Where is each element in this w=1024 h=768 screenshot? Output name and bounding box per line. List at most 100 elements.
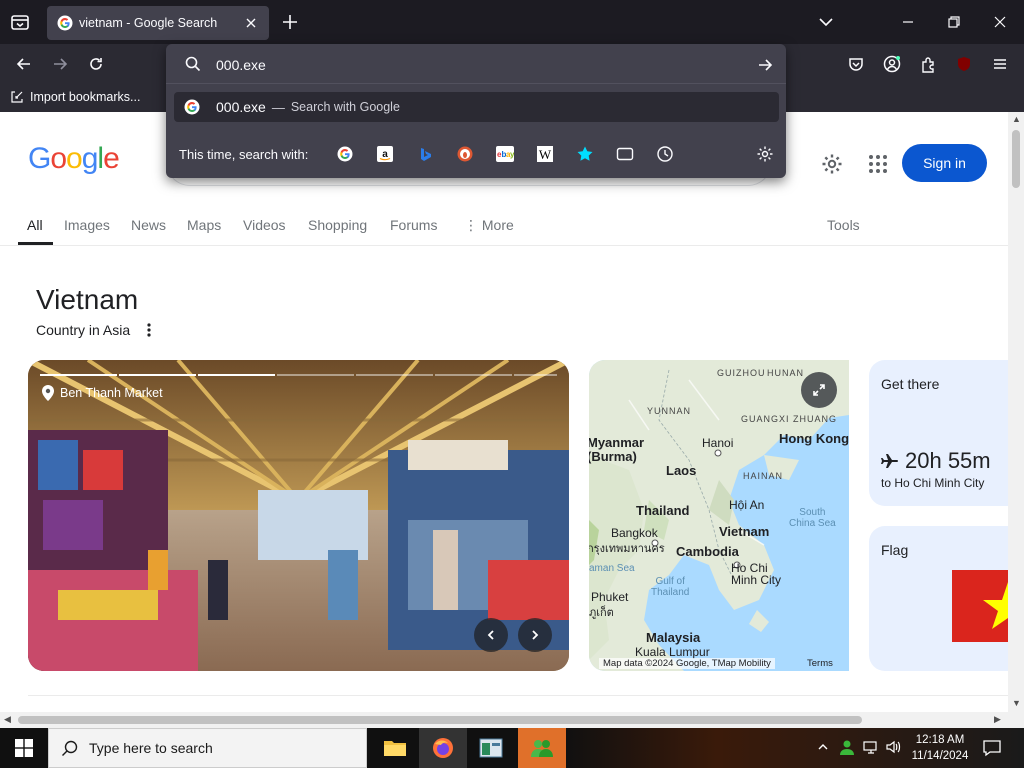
clock-time: 12:18 AM — [915, 734, 965, 746]
tab-bar: vietnam - Google Search — [0, 0, 1024, 44]
map-label-phuket: Phuket — [591, 590, 629, 604]
notifications-icon[interactable] — [982, 738, 1002, 758]
url-input[interactable] — [216, 54, 736, 76]
forward-icon[interactable] — [50, 54, 70, 74]
tab-maps[interactable]: Maps — [187, 217, 221, 233]
google-engine-icon[interactable] — [335, 144, 355, 164]
volume-icon[interactable] — [884, 738, 902, 756]
wikipedia-icon[interactable]: W — [535, 144, 555, 164]
vertical-scrollbar[interactable]: ▲ ▼ — [1008, 112, 1024, 712]
file-explorer-button[interactable] — [371, 728, 419, 768]
map-label-bangkok-thai: กรุงเทพมหานคร — [589, 543, 665, 555]
previous-photo-button[interactable] — [474, 618, 508, 652]
people-icon — [531, 740, 553, 757]
tab-list-icon[interactable] — [8, 10, 32, 34]
svg-text:a: a — [382, 149, 388, 160]
map-terms-link[interactable]: Terms — [807, 658, 833, 669]
tab-forums[interactable]: Forums — [390, 217, 437, 233]
travel-destination: to Ho Chi Minh City — [881, 476, 985, 490]
network-icon[interactable] — [862, 738, 880, 756]
firefox-button[interactable] — [419, 728, 467, 768]
account-icon[interactable] — [882, 54, 902, 74]
knowledge-panel-title: Vietnam — [36, 284, 139, 315]
show-hidden-icons-chevron-icon[interactable] — [814, 738, 832, 756]
svg-text:y: y — [510, 150, 514, 159]
pocket-icon[interactable] — [846, 54, 866, 74]
horizontal-scroll-thumb[interactable] — [18, 716, 862, 724]
system-clock[interactable]: 12:18 AM 11/14/2024 — [908, 732, 972, 764]
more-options-icon[interactable] — [142, 321, 156, 339]
google-apps-icon[interactable] — [866, 152, 890, 176]
clock-date: 11/14/2024 — [911, 750, 969, 762]
tab-all[interactable]: All — [27, 217, 43, 233]
get-there-card[interactable]: Get there 20h 55m to Ho Chi Minh City — [869, 360, 1008, 506]
tab-news[interactable]: News — [131, 217, 166, 233]
search-suggestion[interactable]: 000.exe — Search with Google — [174, 92, 779, 122]
folder-icon — [384, 741, 406, 756]
back-icon[interactable] — [14, 54, 34, 74]
knowledge-panel-subtitle: Country in Asia — [36, 322, 131, 338]
history-icon[interactable] — [655, 144, 675, 164]
messenger-app-button[interactable] — [518, 728, 566, 768]
chevron-right-icon — [532, 630, 539, 640]
go-arrow-icon[interactable] — [756, 56, 774, 74]
restore-icon[interactable] — [944, 12, 964, 32]
import-bookmarks-button[interactable]: Import bookmarks... — [10, 90, 140, 104]
extensions-icon[interactable] — [918, 54, 938, 74]
scroll-up-arrow-icon[interactable]: ▲ — [1012, 114, 1021, 124]
google-favicon-icon — [57, 15, 73, 31]
vietnam-map[interactable]: GUIZHOU HUNAN YUNNAN GUANGXI ZHUANG Myan… — [589, 360, 849, 671]
list-all-tabs-icon[interactable] — [816, 12, 836, 32]
window-app-icon — [479, 738, 503, 758]
map-label-hainan: HAINAN — [743, 471, 784, 481]
tab-images[interactable]: Images — [64, 217, 110, 233]
tab-more[interactable]: ⋮ More — [464, 217, 514, 234]
photo-progress-segment — [40, 374, 117, 376]
map-label-hoian: Hội An — [729, 498, 765, 512]
map-label-laos: Laos — [666, 463, 697, 478]
photo-progress-segment — [119, 374, 196, 376]
google-results-page: Google Sign in All Images News Maps Vide… — [0, 112, 1008, 712]
new-tab-icon[interactable] — [280, 12, 300, 32]
duckduckgo-icon[interactable] — [455, 144, 475, 164]
flag-title: Flag — [881, 542, 909, 558]
app-button[interactable] — [467, 728, 515, 768]
browser-tab[interactable]: vietnam - Google Search — [47, 6, 269, 40]
vertical-scroll-thumb[interactable] — [1012, 130, 1020, 188]
ublock-icon[interactable] — [954, 54, 974, 74]
ebay-icon[interactable]: ebay — [495, 144, 515, 164]
map-label-gulf-of-thailand: Gulf of Thailand — [651, 576, 690, 598]
bookmarks-icon[interactable] — [575, 144, 595, 164]
firefox-icon — [433, 738, 453, 758]
reload-icon[interactable] — [86, 54, 106, 74]
flag-card[interactable]: Flag — [869, 526, 1008, 671]
settings-gear-icon[interactable] — [820, 152, 844, 176]
map-label-guizhou: GUIZHOU — [717, 368, 766, 378]
tabs-icon[interactable] — [615, 144, 635, 164]
search-settings-icon[interactable] — [755, 144, 775, 164]
start-button[interactable] — [0, 728, 48, 768]
map-expand-button[interactable] — [801, 372, 837, 408]
taskbar-search-box[interactable]: Type here to search — [48, 728, 367, 768]
close-window-icon[interactable] — [990, 12, 1010, 32]
market-photo[interactable]: Ben Thanh Market — [28, 360, 569, 671]
tab-videos[interactable]: Videos — [243, 217, 286, 233]
tab-shopping[interactable]: Shopping — [308, 217, 367, 233]
scroll-down-arrow-icon[interactable]: ▼ — [1012, 698, 1021, 708]
photo-progress-segment — [198, 374, 275, 376]
windows-taskbar: Type here to search 12:18 AM 11/14/2024 — [0, 728, 1024, 768]
scroll-right-arrow-icon[interactable]: ▶ — [994, 714, 1001, 725]
close-tab-icon[interactable] — [243, 15, 259, 31]
user-tray-icon[interactable] — [838, 738, 856, 756]
sign-in-button[interactable]: Sign in — [902, 144, 987, 182]
horizontal-scrollbar[interactable]: ◀ ▶ — [0, 712, 1024, 728]
minimize-icon[interactable] — [898, 12, 918, 32]
google-logo[interactable]: Google — [28, 142, 120, 176]
menu-icon[interactable] — [990, 54, 1010, 74]
amazon-icon[interactable]: a — [375, 144, 395, 164]
scroll-left-arrow-icon[interactable]: ◀ — [4, 714, 11, 725]
tools-button[interactable]: Tools — [827, 217, 860, 233]
map-label-south-china-sea: South China Sea — [789, 507, 836, 529]
bing-icon[interactable] — [415, 144, 435, 164]
next-photo-button[interactable] — [518, 618, 552, 652]
